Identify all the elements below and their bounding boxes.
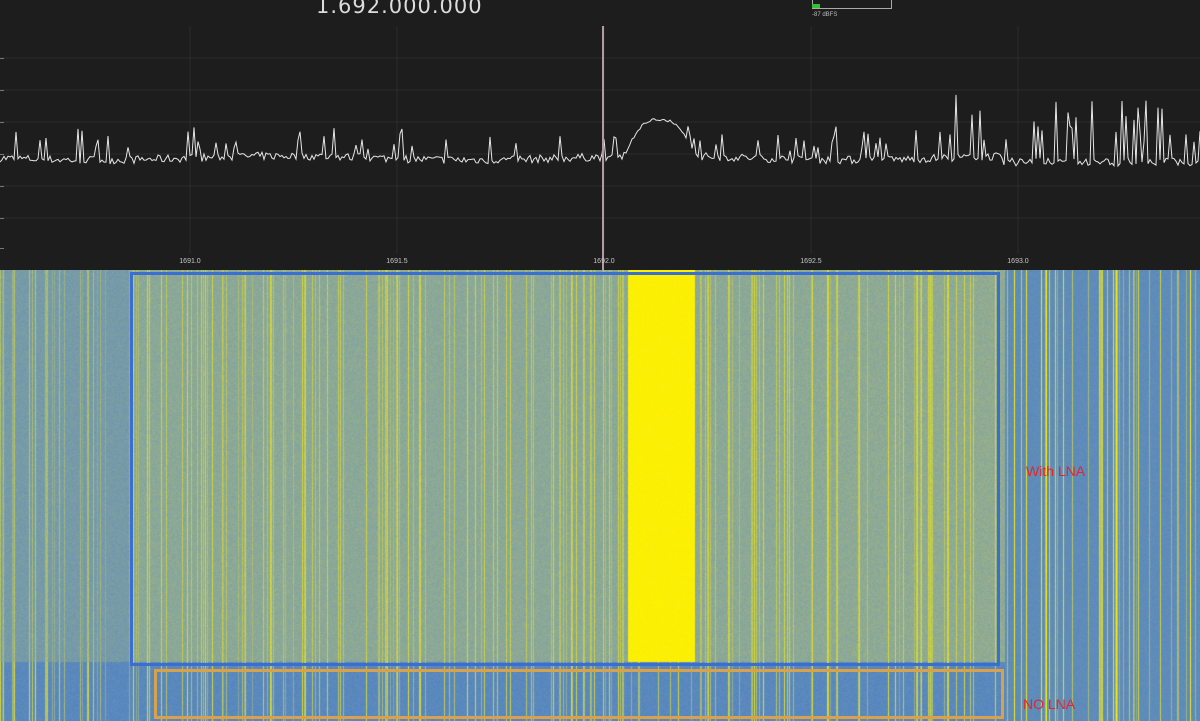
freq-axis-label: 1691.5	[386, 258, 408, 265]
frequency-readout[interactable]: 1.692.000.000	[316, 0, 483, 18]
no-lna-region-box	[154, 669, 1004, 719]
with-lna-region-box	[130, 272, 1000, 666]
db-tick	[0, 186, 4, 187]
freq-axis-label: 1692.5	[800, 258, 822, 265]
spectrum-grid	[0, 26, 1200, 254]
spectrum-trace-area	[0, 26, 1200, 270]
level-meter-scale	[812, 0, 892, 9]
spectrum-trace	[0, 94, 1200, 168]
no-lna-label: NO LNA	[1023, 696, 1076, 712]
freq-axis-label: 1693.0	[1007, 258, 1029, 265]
db-tick	[0, 58, 4, 59]
level-meter-label: -87 dBFS	[812, 12, 838, 18]
db-tick	[0, 218, 4, 219]
spectrum-plot[interactable]: 1691.0 1691.5 1692.0 1692.5 1693.0	[0, 26, 1200, 270]
with-lna-label: With LNA	[1026, 463, 1086, 479]
db-tick	[0, 122, 4, 123]
sdr-receiver-window: 1.692.000.000 -87 dBFS 1691.0 1691.5 169…	[0, 0, 1200, 721]
freq-axis-label: 1691.0	[179, 258, 201, 265]
freq-axis-label: 1692.0	[593, 258, 615, 265]
db-tick	[0, 248, 4, 249]
db-tick	[0, 154, 4, 155]
signal-level-meter: -87 dBFS	[812, 0, 892, 22]
level-meter-bar	[812, 4, 820, 8]
waterfall-display[interactable]: With LNA NO LNA	[0, 270, 1200, 721]
db-tick	[0, 90, 4, 91]
